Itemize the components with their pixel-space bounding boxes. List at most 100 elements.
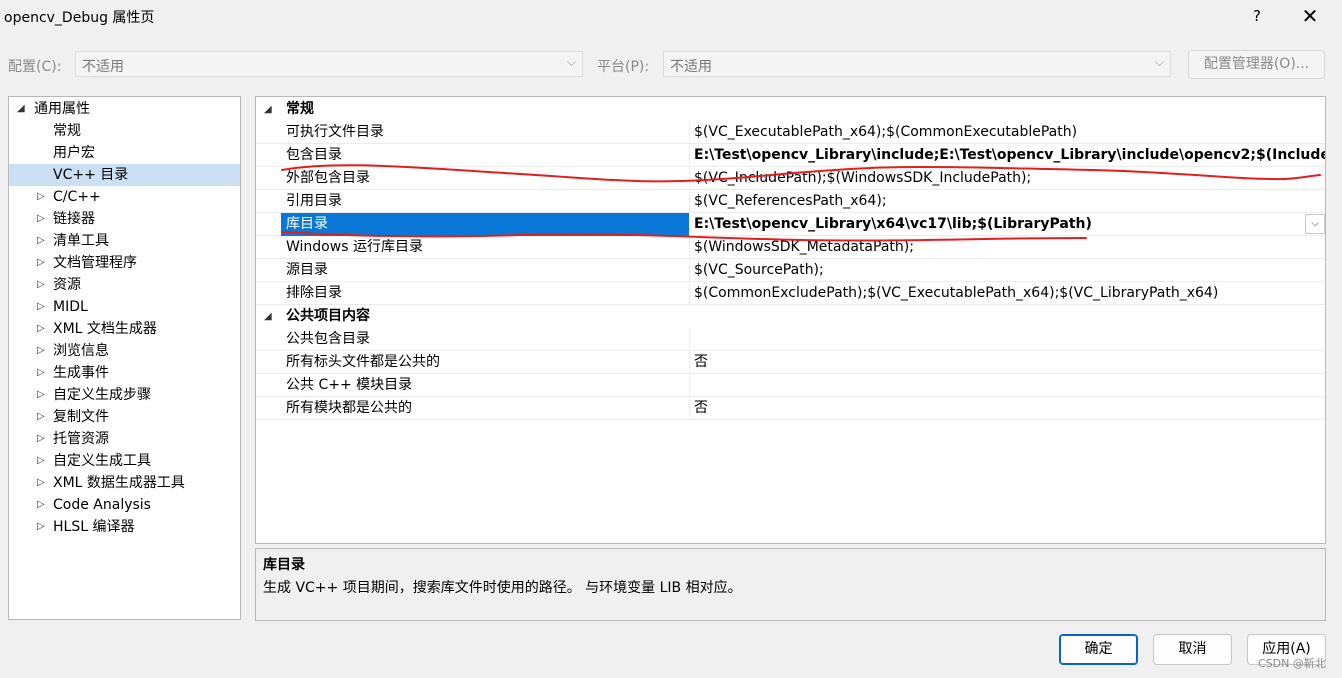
divider: [689, 236, 690, 259]
tree-item-group[interactable]: ▷ 自定义生成步骤: [9, 384, 240, 406]
prop-value[interactable]: 否: [694, 351, 708, 374]
collapsed-arrow-icon[interactable]: ▷: [37, 494, 45, 516]
prop-name: 源目录: [286, 262, 328, 278]
tree-item-general[interactable]: 常规: [9, 120, 240, 142]
tree-item-group[interactable]: ▷ 托管资源: [9, 428, 240, 450]
collapsed-arrow-icon[interactable]: ▷: [37, 340, 45, 362]
prop-row-include-dirs[interactable]: 包含目录 E:\Test\opencv_Library\include;E:\T…: [256, 144, 1325, 167]
chevron-down-icon: ⌵: [566, 55, 576, 69]
tree-item-group[interactable]: ▷ 链接器: [9, 208, 240, 230]
tree-item-group[interactable]: ▷ HLSL 编译器: [9, 516, 240, 538]
platform-combo[interactable]: 不适用 ⌵: [663, 51, 1171, 77]
prop-name: 排除目录: [286, 285, 342, 301]
tree-item-label: 浏览信息: [53, 343, 109, 359]
tree-item-group[interactable]: ▷ 清单工具: [9, 230, 240, 252]
tree-item-label: 托管资源: [53, 431, 109, 447]
prop-row-reference-dirs[interactable]: 引用目录 $(VC_ReferencesPath_x64);: [256, 190, 1325, 213]
prop-name: 公共包含目录: [286, 331, 370, 347]
category-label: 公共项目内容: [286, 308, 370, 324]
prop-row-source-dirs[interactable]: 源目录 $(VC_SourcePath);: [256, 259, 1325, 282]
tree-item-group[interactable]: ▷ 自定义生成工具: [9, 450, 240, 472]
configuration-manager-button[interactable]: 配置管理器(O)...: [1188, 50, 1325, 79]
close-button[interactable]: ✕: [1297, 4, 1323, 28]
divider: [689, 144, 690, 167]
prop-value[interactable]: $(VC_SourcePath);: [694, 259, 824, 282]
collapsed-arrow-icon[interactable]: ▷: [37, 362, 45, 384]
property-tree[interactable]: ◢ 通用属性 常规 用户宏 VC++ 目录 ▷ C/C++ ▷ 链接器 ▷ 清单工具 ▷ 文档…: [8, 96, 241, 620]
collapsed-arrow-icon[interactable]: ▷: [37, 450, 45, 472]
collapsed-arrow-icon[interactable]: ▷: [37, 186, 45, 208]
divider: [689, 282, 690, 305]
prop-name: 外部包含目录: [286, 170, 370, 186]
prop-row-executable-dirs[interactable]: 可执行文件目录 $(VC_ExecutablePath_x64);$(Commo…: [256, 121, 1325, 144]
help-button[interactable]: ?: [1245, 4, 1269, 28]
prop-value[interactable]: E:\Test\opencv_Library\include;E:\Test\o…: [694, 144, 1325, 167]
prop-row-public-include-dirs[interactable]: 公共包含目录: [256, 328, 1325, 351]
tree-item-group[interactable]: ▷ Code Analysis: [9, 494, 240, 516]
tree-item-group[interactable]: ▷ 文档管理程序: [9, 252, 240, 274]
collapsed-arrow-icon[interactable]: ▷: [37, 318, 45, 340]
tree-item-group[interactable]: ▷ 浏览信息: [9, 340, 240, 362]
divider: [689, 121, 690, 144]
tree-item-label: 自定义生成工具: [53, 453, 151, 469]
prop-value[interactable]: $(VC_ReferencesPath_x64);: [694, 190, 887, 213]
collapsed-arrow-icon[interactable]: ▷: [37, 252, 45, 274]
prop-name: 公共 C++ 模块目录: [286, 377, 413, 393]
tree-item-group[interactable]: ▷ 生成事件: [9, 362, 240, 384]
collapsed-arrow-icon[interactable]: ▷: [37, 296, 45, 318]
tree-item-group[interactable]: ▷ MIDL: [9, 296, 240, 318]
property-grid[interactable]: ◢ 常规 可执行文件目录 $(VC_ExecutablePath_x64);$(…: [255, 96, 1326, 544]
prop-name: 库目录: [281, 213, 689, 236]
prop-row-all-modules-public[interactable]: 所有模块都是公共的 否: [256, 397, 1325, 420]
config-combo[interactable]: 不适用 ⌵: [75, 51, 583, 77]
category-general[interactable]: ◢ 常规: [256, 98, 1325, 121]
prop-value[interactable]: E:\Test\opencv_Library\x64\vc17\lib;$(Li…: [694, 213, 1092, 236]
tree-item-group[interactable]: ▷ C/C++: [9, 186, 240, 208]
prop-row-all-headers-public[interactable]: 所有标头文件都是公共的 否: [256, 351, 1325, 374]
collapsed-arrow-icon[interactable]: ▷: [37, 230, 45, 252]
prop-row-public-module-dirs[interactable]: 公共 C++ 模块目录: [256, 374, 1325, 397]
chevron-down-icon[interactable]: ⌵: [1305, 214, 1325, 234]
prop-value[interactable]: $(VC_ExecutablePath_x64);$(CommonExecuta…: [694, 121, 1077, 144]
collapsed-arrow-icon[interactable]: ▷: [37, 472, 45, 494]
collapsed-arrow-icon[interactable]: ▷: [37, 428, 45, 450]
divider: [689, 167, 690, 190]
prop-value[interactable]: 否: [694, 397, 708, 420]
tree-item-label: Code Analysis: [53, 497, 151, 513]
tree-item-user-macros[interactable]: 用户宏: [9, 142, 240, 164]
platform-value: 不适用: [670, 59, 712, 75]
prop-row-external-include-dirs[interactable]: 外部包含目录 $(VC_IncludePath);$(WindowsSDK_In…: [256, 167, 1325, 190]
tree-item-group[interactable]: ▷ XML 文档生成器: [9, 318, 240, 340]
prop-value[interactable]: $(VC_IncludePath);$(WindowsSDK_IncludePa…: [694, 167, 1031, 190]
window-title: opencv_Debug 属性页: [4, 10, 155, 26]
prop-name: 所有标头文件都是公共的: [286, 354, 440, 370]
collapsed-arrow-icon[interactable]: ▷: [37, 516, 45, 538]
tree-item-vc-directories[interactable]: VC++ 目录: [9, 164, 240, 186]
chevron-down-icon: ⌵: [1154, 55, 1164, 69]
tree-item-common-properties[interactable]: ◢ 通用属性: [9, 98, 240, 120]
collapsed-arrow-icon[interactable]: ▷: [37, 406, 45, 428]
prop-value[interactable]: $(CommonExcludePath);$(VC_ExecutablePath…: [694, 282, 1218, 305]
prop-row-library-dirs[interactable]: 库目录 E:\Test\opencv_Library\x64\vc17\lib;…: [256, 213, 1325, 236]
description-pane: 库目录 生成 VC++ 项目期间，搜索库文件时使用的路径。 与环境变量 LIB …: [255, 548, 1326, 621]
collapsed-arrow-icon[interactable]: ▷: [37, 384, 45, 406]
prop-row-exclude-dirs[interactable]: 排除目录 $(CommonExcludePath);$(VC_Executabl…: [256, 282, 1325, 305]
cancel-button[interactable]: 取消: [1153, 634, 1232, 665]
tree-item-label: 生成事件: [53, 365, 109, 381]
tree-item-label: HLSL 编译器: [53, 519, 135, 535]
tree-item-group[interactable]: ▷ XML 数据生成器工具: [9, 472, 240, 494]
prop-row-winrt-dirs[interactable]: Windows 运行库目录 $(WindowsSDK_MetadataPath)…: [256, 236, 1325, 259]
tree-item-group[interactable]: ▷ 资源: [9, 274, 240, 296]
category-public-project-content[interactable]: ◢ 公共项目内容: [256, 305, 1325, 328]
tree-item-label: 链接器: [53, 211, 95, 227]
divider: [689, 259, 690, 282]
prop-value[interactable]: $(WindowsSDK_MetadataPath);: [694, 236, 914, 259]
tree-item-label: 资源: [53, 277, 81, 293]
tree-item-label: 用户宏: [53, 145, 95, 161]
tree-item-label: C/C++: [53, 189, 101, 205]
ok-button[interactable]: 确定: [1059, 634, 1138, 665]
tree-item-group[interactable]: ▷ 复制文件: [9, 406, 240, 428]
collapsed-arrow-icon[interactable]: ▷: [37, 274, 45, 296]
expanded-arrow-icon: ◢: [17, 103, 25, 114]
collapsed-arrow-icon[interactable]: ▷: [37, 208, 45, 230]
